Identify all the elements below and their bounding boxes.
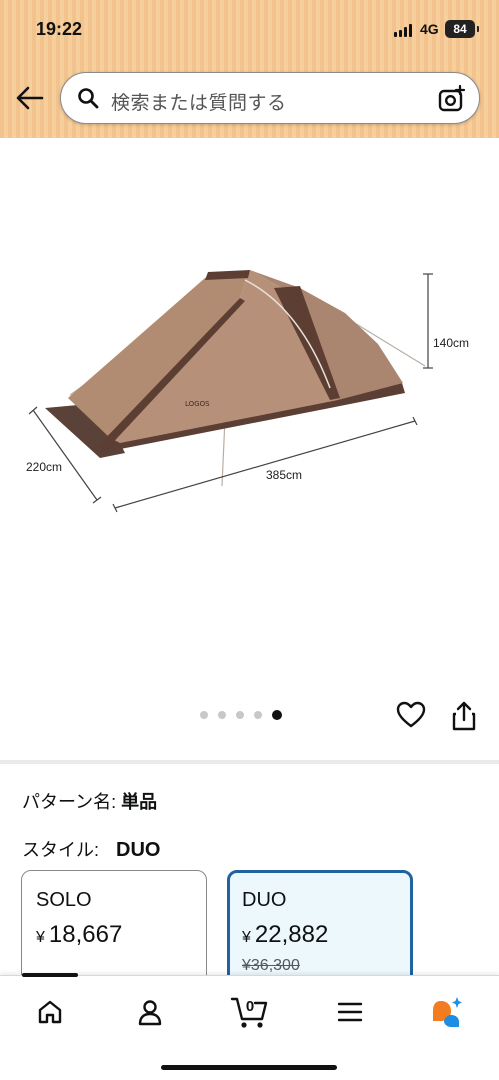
style-option-solo[interactable]: SOLO ¥18,667 bbox=[21, 870, 207, 990]
search-icon bbox=[78, 88, 99, 109]
section-divider bbox=[0, 760, 499, 764]
carousel-dot[interactable] bbox=[200, 711, 208, 719]
cart-count: 0 bbox=[246, 998, 254, 1015]
account-icon[interactable] bbox=[130, 992, 170, 1032]
carousel-dot[interactable] bbox=[254, 711, 262, 719]
carousel-dot[interactable] bbox=[236, 711, 244, 719]
bottom-nav: 0 bbox=[0, 973, 499, 1080]
brand-label: LOGOS bbox=[185, 400, 210, 408]
carousel-dot[interactable] bbox=[218, 711, 226, 719]
share-icon[interactable] bbox=[451, 700, 477, 732]
carousel-dot-active[interactable] bbox=[272, 710, 282, 720]
cart-icon[interactable]: 0 bbox=[228, 992, 272, 1032]
home-icon[interactable] bbox=[30, 992, 70, 1032]
option-name: DUO bbox=[242, 889, 287, 911]
pattern-row: パターン名: 単品 bbox=[22, 788, 157, 814]
home-indicator bbox=[161, 1065, 337, 1070]
battery-icon: 84 bbox=[445, 20, 479, 38]
style-row: スタイル: DUO bbox=[22, 836, 160, 862]
top-header: 19:22 4G 84 検索または質問する bbox=[0, 0, 499, 138]
option-name: SOLO bbox=[36, 889, 92, 911]
style-value: DUO bbox=[116, 839, 161, 861]
status-bar: 19:22 4G 84 bbox=[0, 0, 499, 60]
active-tab-indicator bbox=[22, 973, 78, 977]
search-bar[interactable]: 検索または質問する bbox=[60, 72, 480, 124]
option-price: ¥18,667 bbox=[36, 921, 123, 948]
height-label: 140cm bbox=[433, 336, 470, 350]
network-label: 4G bbox=[420, 21, 439, 37]
back-arrow-icon[interactable] bbox=[14, 84, 46, 112]
depth-label: 220cm bbox=[26, 460, 63, 474]
clock: 19:22 bbox=[36, 19, 83, 39]
pattern-label: パターン名: bbox=[22, 792, 117, 812]
pattern-value: 単品 bbox=[121, 792, 158, 812]
search-input[interactable]: 検索または質問する bbox=[111, 88, 287, 115]
width-label: 385cm bbox=[266, 468, 303, 482]
signal-icon bbox=[394, 24, 412, 37]
carousel-dots[interactable] bbox=[200, 710, 282, 720]
product-image[interactable]: LOGOS 140cm 220cm 385cm bbox=[0, 138, 499, 758]
option-price: ¥22,882 bbox=[242, 921, 329, 948]
style-option-duo[interactable]: DUO ¥22,882 ¥36,300 bbox=[227, 870, 413, 990]
camera-icon[interactable] bbox=[437, 84, 467, 114]
menu-icon[interactable] bbox=[330, 992, 370, 1032]
rufus-icon[interactable] bbox=[427, 992, 467, 1032]
option-original-price: ¥36,300 bbox=[242, 957, 300, 974]
style-label: スタイル: bbox=[22, 840, 100, 860]
tent-illustration: LOGOS bbox=[28, 270, 433, 513]
heart-icon[interactable] bbox=[396, 700, 426, 730]
